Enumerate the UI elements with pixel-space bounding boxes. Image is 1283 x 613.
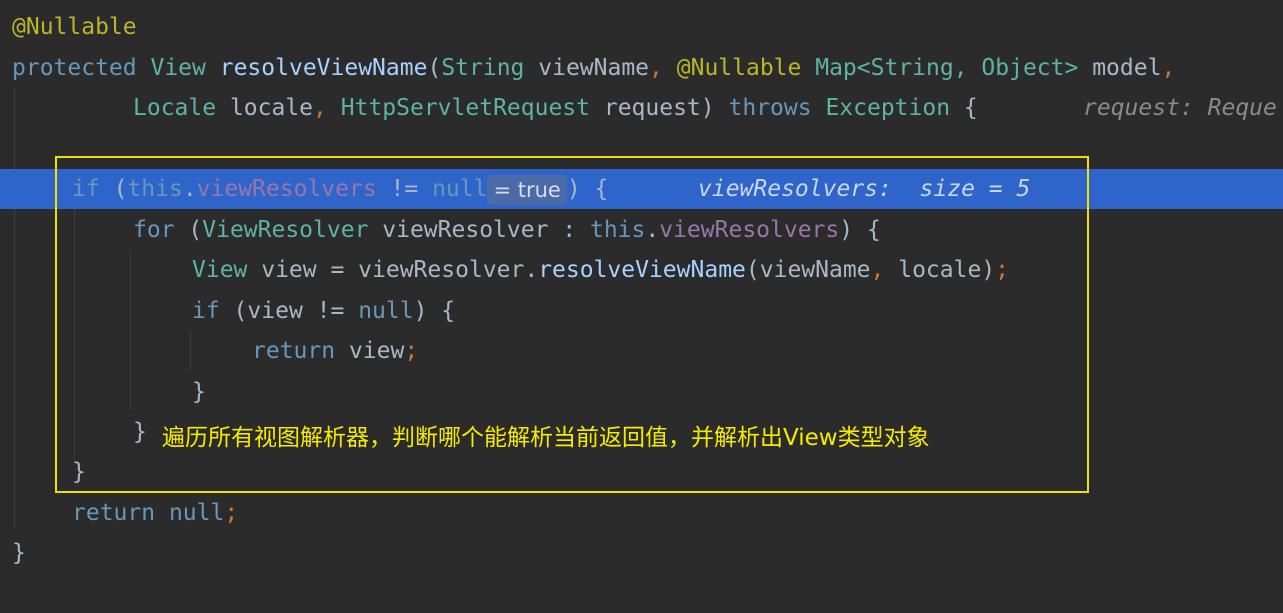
keyword-throws: throws <box>728 95 812 121</box>
param-name: request) <box>590 95 715 121</box>
highlight-annotation-box <box>55 156 1089 493</box>
param-name: viewName <box>524 55 650 81</box>
keyword-protected: protected <box>12 55 137 81</box>
comma-token: , <box>1161 55 1176 81</box>
debug-inline-hint: request: Reque <box>1083 95 1277 121</box>
annotation-token: @Nullable <box>676 55 802 81</box>
annotation-token: @Nullable <box>12 14 137 40</box>
param-type: String <box>441 55 525 81</box>
method-name: resolveViewName <box>219 55 428 81</box>
method-signature: protected View resolveViewName(String vi… <box>12 48 1175 88</box>
return-type: View <box>150 55 206 81</box>
brace-token: { <box>963 95 978 121</box>
param-name: locale <box>216 95 314 121</box>
code-line[interactable]: return null; <box>0 493 1283 533</box>
code-line[interactable]: Locale locale, HttpServletRequest reques… <box>0 88 1283 128</box>
param-type: HttpServletRequest <box>340 95 590 121</box>
return-statement: return null; <box>72 493 238 533</box>
param-name: model <box>1078 55 1162 81</box>
brace-token: } <box>12 540 26 566</box>
param-type: Locale <box>133 95 217 121</box>
comma-token: , <box>649 55 663 81</box>
code-line[interactable]: } <box>0 533 1283 573</box>
param-type: Object> <box>981 55 1079 81</box>
semicolon-token: ; <box>224 500 239 526</box>
param-type: Map<String, <box>815 55 968 81</box>
code-line[interactable]: @Nullable <box>0 7 1283 47</box>
keyword-return: return <box>72 500 156 526</box>
code-line[interactable]: protected View resolveViewName(String vi… <box>0 48 1283 88</box>
comma-token: , <box>313 95 327 121</box>
method-signature-continued: Locale locale, HttpServletRequest reques… <box>133 88 978 128</box>
paren-token: ( <box>427 55 442 81</box>
keyword-null: null <box>155 500 225 526</box>
exception-type: Exception <box>825 95 951 121</box>
